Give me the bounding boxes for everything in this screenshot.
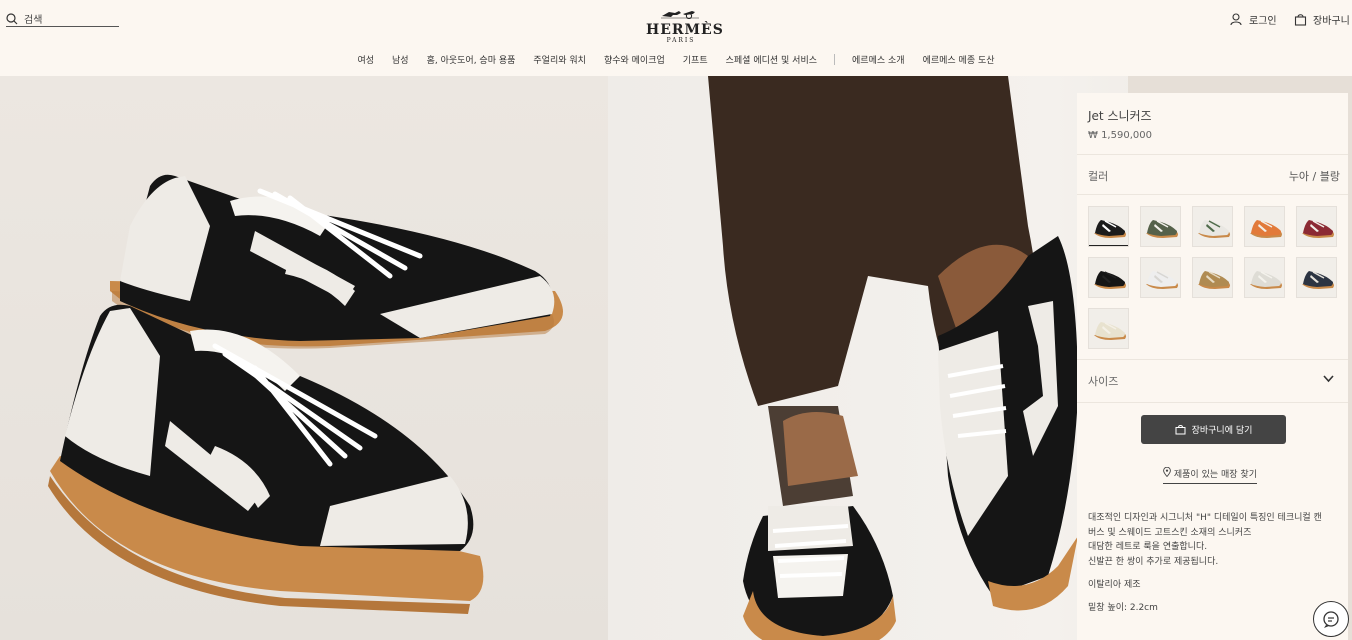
sneaker-thumbnail-icon bbox=[1094, 220, 1126, 238]
product-description: 대조적인 디자인과 시그니처 "H" 디테일이 특징인 테크니컬 캔 버스 및 … bbox=[1088, 511, 1338, 569]
find-store-link[interactable]: 제품이 있는 매장 찾기 bbox=[1163, 466, 1257, 484]
hermes-logo[interactable]: HERMÈS PARIS bbox=[646, 4, 724, 44]
color-swatch[interactable] bbox=[1244, 257, 1285, 298]
description-line: 대조적인 디자인과 시그니처 "H" 디테일이 특징인 테크니컬 캔 bbox=[1088, 513, 1322, 523]
nav-item-jewelry-watches[interactable]: 주얼리와 워치 bbox=[524, 53, 595, 66]
search-placeholder: 검색 bbox=[24, 15, 43, 26]
color-swatch[interactable] bbox=[1296, 257, 1337, 298]
user-icon bbox=[1230, 13, 1242, 26]
sneaker-pair-illustration bbox=[48, 174, 563, 614]
color-swatch[interactable] bbox=[1192, 257, 1233, 298]
site-header: 검색 HERMÈS PARIS 로그인 장바구니 여성 남성 홈, 아웃도어, … bbox=[0, 0, 1352, 76]
shopping-bag-icon bbox=[1175, 424, 1186, 435]
chat-bubble-icon bbox=[1323, 611, 1339, 628]
product-name: Jet 스니커즈 bbox=[1088, 109, 1152, 123]
find-store-label: 제품이 있는 매장 찾기 bbox=[1173, 470, 1257, 480]
nav-item-home-outdoor[interactable]: 홈, 아웃도어, 승마 용품 bbox=[418, 53, 525, 66]
selected-color-value: 누아 / 블랑 bbox=[1288, 170, 1340, 183]
sneaker-thumbnail-icon bbox=[1250, 220, 1282, 238]
color-swatch[interactable] bbox=[1088, 257, 1129, 298]
sneaker-thumbnail-icon bbox=[1146, 271, 1178, 289]
cart-label: 장바구니 bbox=[1313, 16, 1350, 27]
product-image-pair[interactable] bbox=[0, 76, 608, 640]
divider bbox=[1077, 154, 1348, 155]
color-swatch[interactable] bbox=[1088, 308, 1129, 349]
location-pin-icon bbox=[1163, 466, 1171, 478]
color-label: 컬러 bbox=[1088, 170, 1109, 183]
nav-divider bbox=[834, 54, 836, 65]
login-link[interactable]: 로그인 bbox=[1230, 12, 1277, 27]
sneaker-thumbnail-icon bbox=[1302, 220, 1334, 238]
add-to-cart-label: 장바구니에 담기 bbox=[1191, 426, 1253, 436]
description-line: 버스 및 스웨이드 고트스킨 소재의 스니커즈 bbox=[1088, 527, 1252, 538]
nav-item-men[interactable]: 남성 bbox=[383, 53, 418, 66]
size-label: 사이즈 bbox=[1088, 375, 1119, 388]
nav-item-fragrance-makeup[interactable]: 향수와 메이크업 bbox=[595, 53, 674, 66]
color-swatch[interactable] bbox=[1296, 206, 1337, 247]
sneaker-thumbnail-icon bbox=[1198, 220, 1230, 238]
nav-item-maison-dosan[interactable]: 에르메스 메종 도산 bbox=[914, 53, 1004, 66]
color-swatch[interactable] bbox=[1192, 206, 1233, 247]
sneaker-thumbnail-icon bbox=[1094, 271, 1126, 289]
nav-item-women[interactable]: 여성 bbox=[348, 53, 383, 66]
sneaker-thumbnail-icon bbox=[1198, 271, 1230, 289]
sole-height-text: 밑창 높이: 2.2cm bbox=[1088, 603, 1158, 613]
shopping-bag-icon bbox=[1294, 14, 1307, 26]
main-navigation: 여성 남성 홈, 아웃도어, 승마 용품 주얼리와 워치 향수와 메이크업 기프… bbox=[0, 53, 1352, 66]
color-swatch[interactable] bbox=[1244, 206, 1285, 247]
color-swatch[interactable] bbox=[1140, 257, 1181, 298]
color-swatch[interactable] bbox=[1140, 206, 1181, 247]
divider bbox=[1077, 402, 1348, 403]
login-label: 로그인 bbox=[1249, 16, 1277, 27]
color-swatch[interactable] bbox=[1088, 206, 1129, 247]
description-line: 대담한 레트로 룩을 연출합니다. bbox=[1088, 542, 1208, 552]
chat-button[interactable] bbox=[1313, 601, 1349, 637]
cart-link[interactable]: 장바구니 bbox=[1294, 12, 1350, 27]
logo-subtitle: PARIS bbox=[666, 37, 696, 44]
search-icon bbox=[6, 12, 18, 24]
add-to-cart-button[interactable]: 장바구니에 담기 bbox=[1141, 415, 1286, 444]
size-dropdown[interactable] bbox=[1323, 373, 1334, 386]
divider bbox=[1077, 194, 1348, 195]
carriage-logo-icon bbox=[661, 11, 699, 20]
sneaker-thumbnail-icon bbox=[1250, 271, 1282, 289]
sneaker-thumbnail-icon bbox=[1146, 220, 1178, 238]
sneaker-thumbnail-icon bbox=[1302, 271, 1334, 289]
nav-item-special-editions[interactable]: 스페셜 에디션 및 서비스 bbox=[717, 53, 826, 66]
product-details-panel: Jet 스니커즈 ₩ 1,590,000 컬러 누아 / 블랑 사이즈 장바구니… bbox=[1077, 93, 1348, 640]
product-price: ₩ 1,590,000 bbox=[1088, 130, 1152, 141]
divider bbox=[1077, 359, 1348, 360]
nav-item-gifts[interactable]: 기프트 bbox=[674, 53, 717, 66]
sneaker-thumbnail-icon bbox=[1094, 322, 1126, 340]
logo-wordmark: HERMÈS bbox=[646, 22, 724, 38]
description-line: 신발끈 한 쌍이 추가로 제공됩니다. bbox=[1088, 556, 1219, 567]
made-in-text: 이탈리아 제조 bbox=[1088, 580, 1141, 590]
nav-item-about[interactable]: 에르메스 소개 bbox=[843, 53, 914, 66]
search-input[interactable]: 검색 bbox=[6, 11, 119, 27]
chevron-down-icon bbox=[1323, 375, 1334, 383]
